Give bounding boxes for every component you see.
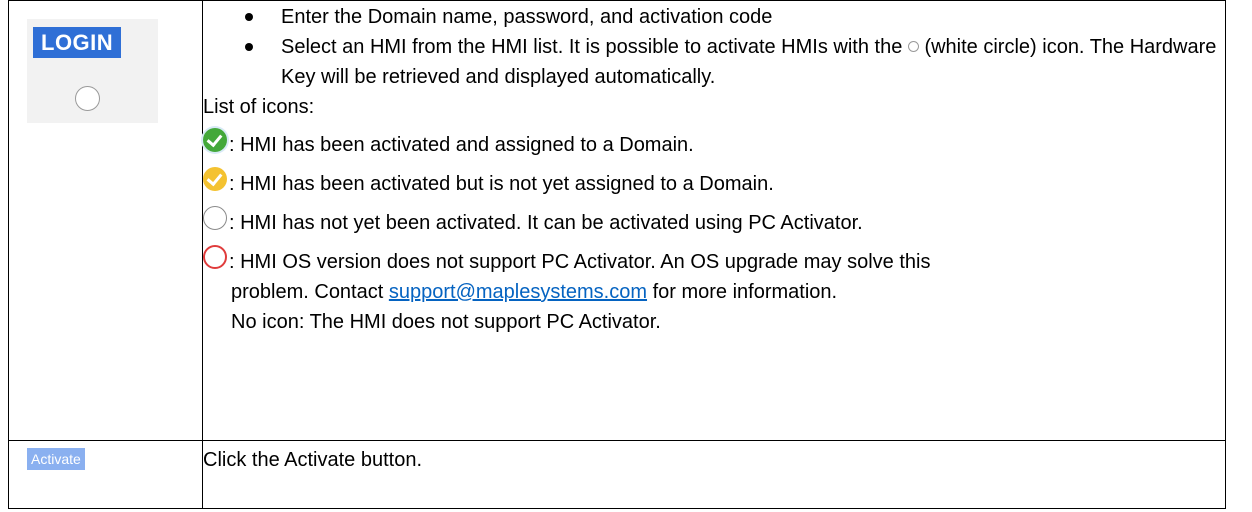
white-circle-icon bbox=[907, 41, 919, 52]
support-email-link[interactable]: support@maplesystems.com bbox=[389, 281, 647, 303]
step-text: Enter the Domain name, password, and act… bbox=[281, 6, 773, 28]
icon-list-item: : HMI has been activated but is not yet … bbox=[203, 167, 1225, 199]
table-row: Activate Click the Activate button. bbox=[8, 440, 1226, 509]
steps-list: Enter the Domain name, password, and act… bbox=[203, 2, 1225, 92]
icon-description-cont: problem. Contact support@maplesystems.co… bbox=[231, 281, 838, 303]
right-cell: Click the Activate button. bbox=[202, 440, 1226, 509]
right-cell: Enter the Domain name, password, and act… bbox=[202, 0, 1226, 441]
green-check-circle-icon bbox=[203, 128, 227, 152]
icon-description: : HMI has been activated but is not yet … bbox=[229, 173, 774, 195]
login-button: LOGIN bbox=[33, 27, 122, 58]
activate-instruction: Click the Activate button. bbox=[203, 449, 423, 471]
left-cell: Activate bbox=[8, 440, 203, 509]
list-item: Select an HMI from the HMI list. It is p… bbox=[203, 32, 1225, 92]
no-icon-note: No icon: The HMI does not support PC Act… bbox=[231, 311, 661, 333]
icon-description: : HMI OS version does not support PC Act… bbox=[229, 251, 931, 273]
white-circle-icon bbox=[203, 206, 227, 230]
instruction-table: LOGIN Enter the Domain name, password, a… bbox=[8, 0, 1226, 509]
red-circle-icon bbox=[203, 245, 227, 269]
icon-description: : HMI has been activated and assigned to… bbox=[229, 134, 694, 156]
icon-list-item: : HMI has been activated and assigned to… bbox=[203, 128, 1225, 160]
step-text: Select an HMI from the HMI list. It is p… bbox=[281, 36, 903, 58]
icon-list-item: : HMI has not yet been activated. It can… bbox=[203, 206, 1225, 238]
white-circle-icon bbox=[75, 86, 100, 111]
list-item: Enter the Domain name, password, and act… bbox=[203, 2, 1225, 32]
login-screenshot: LOGIN bbox=[27, 19, 158, 123]
icon-description: : HMI has not yet been activated. It can… bbox=[229, 212, 863, 234]
left-cell: LOGIN bbox=[8, 0, 203, 441]
icon-list-item: : HMI OS version does not support PC Act… bbox=[203, 245, 1225, 337]
table-row: LOGIN Enter the Domain name, password, a… bbox=[8, 0, 1226, 441]
yellow-check-circle-icon bbox=[203, 167, 227, 191]
icons-heading: List of icons: bbox=[203, 96, 315, 118]
activate-button: Activate bbox=[27, 448, 85, 470]
